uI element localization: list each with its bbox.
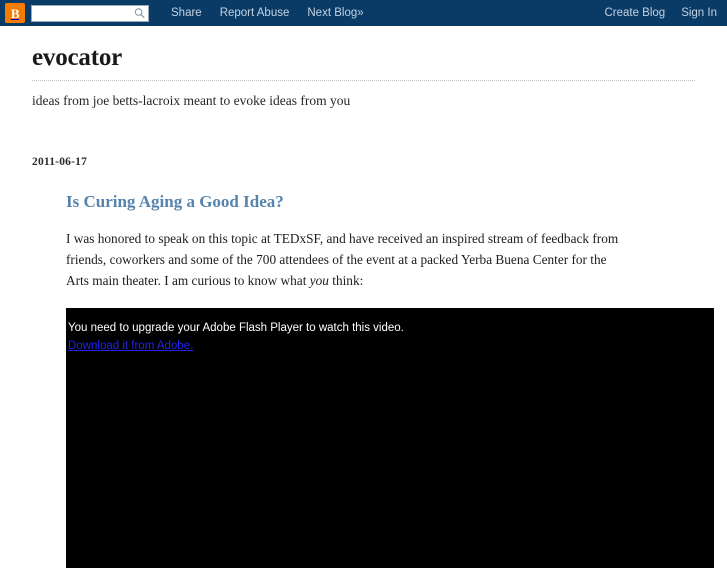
post-paragraph: I was honored to speak on this topic at … [66, 212, 626, 291]
flash-player-placeholder: You need to upgrade your Adobe Flash Pla… [66, 307, 714, 568]
navbar-account-links: Create Blog Sign In [604, 0, 717, 26]
navbar-links: Share Report Abuse Next Blog» [171, 7, 364, 19]
post-paragraph-emphasis: you [309, 272, 329, 288]
post-title[interactable]: Is Curing Aging a Good Idea? [66, 168, 695, 212]
flash-upgrade-message: You need to upgrade your Adobe Flash Pla… [68, 321, 404, 334]
page-container: evocator ideas from joe betts-lacroix me… [0, 26, 727, 568]
blogger-b-icon[interactable]: B [5, 3, 25, 23]
nav-link-next-blog[interactable]: Next Blog» [307, 7, 363, 19]
post-paragraph-part2: think: [328, 272, 364, 288]
search-icon[interactable] [134, 8, 145, 19]
blog-post: 2011-06-17 Is Curing Aging a Good Idea? … [32, 110, 714, 568]
post-body: Is Curing Aging a Good Idea? I was honor… [32, 168, 714, 568]
search-box[interactable] [31, 4, 149, 22]
blogger-logo-letter: B [10, 5, 20, 21]
nav-link-report-abuse[interactable]: Report Abuse [220, 7, 290, 19]
blog-description: ideas from joe betts-lacroix meant to ev… [32, 93, 351, 108]
post-date: 2011-06-17 [32, 155, 88, 168]
nav-link-sign-in[interactable]: Sign In [681, 7, 717, 19]
nav-link-share[interactable]: Share [171, 7, 202, 19]
post-title-text: Is Curing Aging a Good Idea? [66, 191, 284, 211]
flash-download-link[interactable]: Download it from Adobe. [68, 340, 193, 352]
blog-title: evocator [32, 44, 123, 71]
search-input[interactable] [32, 5, 148, 21]
blogger-navbar: B Share Report Abuse Next Blog» Create B… [0, 0, 727, 26]
nav-link-create-blog[interactable]: Create Blog [604, 7, 665, 19]
